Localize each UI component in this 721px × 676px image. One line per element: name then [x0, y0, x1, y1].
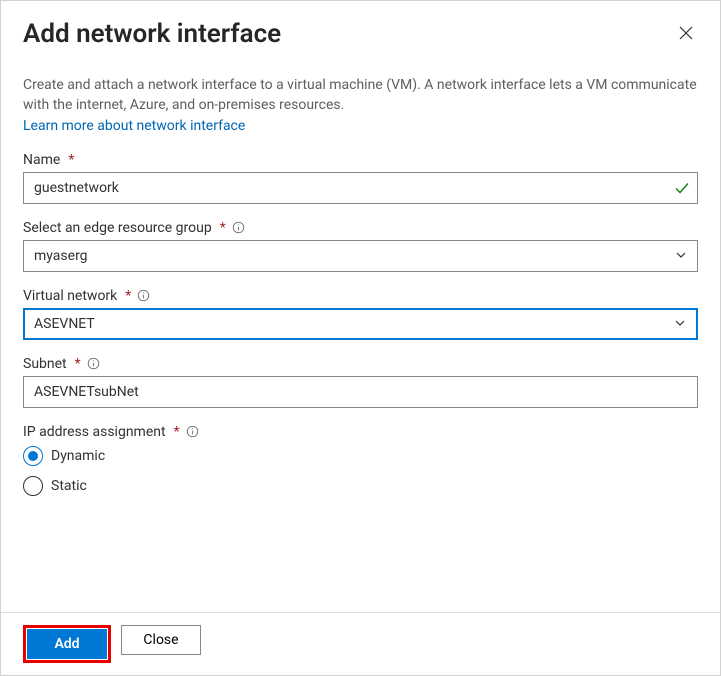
label-virtual-network: Virtual network *	[23, 288, 698, 304]
label-subnet: Subnet *	[23, 356, 698, 372]
label-resource-group: Select an edge resource group *	[23, 220, 698, 236]
panel-body: Create and attach a network interface to…	[1, 49, 720, 612]
chevron-down-icon	[675, 249, 689, 263]
field-resource-group: Select an edge resource group * myaserg	[23, 220, 698, 272]
radio-static[interactable]: Static	[23, 476, 698, 496]
radio-circle-icon	[23, 446, 43, 466]
required-asterisk: *	[125, 288, 131, 304]
add-network-interface-panel: Add network interface Create and attach …	[0, 0, 721, 676]
required-asterisk: *	[174, 424, 180, 440]
info-icon[interactable]	[137, 289, 151, 303]
close-icon[interactable]	[678, 25, 698, 45]
required-asterisk: *	[68, 152, 74, 168]
subnet-input[interactable]	[23, 376, 698, 408]
radio-label: Static	[51, 478, 87, 494]
label-name: Name *	[23, 152, 698, 168]
resource-group-select[interactable]: myaserg	[23, 240, 698, 272]
label-text: Select an edge resource group	[23, 220, 212, 236]
field-ip-assignment: IP address assignment * Dynamic Static	[23, 424, 698, 496]
label-text: Virtual network	[23, 288, 117, 304]
radio-circle-icon	[23, 476, 43, 496]
name-input[interactable]	[23, 172, 698, 204]
learn-more-link[interactable]: Learn more about network interface	[23, 118, 245, 134]
checkmark-icon	[674, 180, 690, 196]
virtual-network-select[interactable]: ASEVNET	[23, 308, 698, 340]
info-icon[interactable]	[232, 221, 246, 235]
info-icon[interactable]	[87, 357, 101, 371]
required-asterisk: *	[220, 220, 226, 236]
panel-footer: Add Close	[1, 612, 720, 675]
field-subnet: Subnet *	[23, 356, 698, 408]
ip-assignment-radio-group: Dynamic Static	[23, 446, 698, 496]
radio-label: Dynamic	[51, 448, 105, 464]
select-value: ASEVNET	[34, 316, 95, 332]
label-text: Subnet	[23, 356, 67, 372]
label-text: IP address assignment	[23, 424, 166, 440]
select-value: myaserg	[34, 248, 88, 264]
close-button[interactable]: Close	[121, 625, 201, 655]
required-asterisk: *	[75, 356, 81, 372]
info-icon[interactable]	[186, 425, 200, 439]
label-text: Name	[23, 152, 60, 168]
field-name: Name *	[23, 152, 698, 204]
field-virtual-network: Virtual network * ASEVNET	[23, 288, 698, 340]
add-button[interactable]: Add	[27, 629, 107, 659]
radio-dynamic[interactable]: Dynamic	[23, 446, 698, 466]
label-ip-assignment: IP address assignment *	[23, 424, 698, 440]
panel-header: Add network interface	[1, 1, 720, 49]
add-button-highlight: Add	[23, 625, 111, 663]
chevron-down-icon	[674, 317, 688, 331]
panel-title: Add network interface	[23, 19, 281, 49]
intro-description: Create and attach a network interface to…	[23, 75, 698, 116]
